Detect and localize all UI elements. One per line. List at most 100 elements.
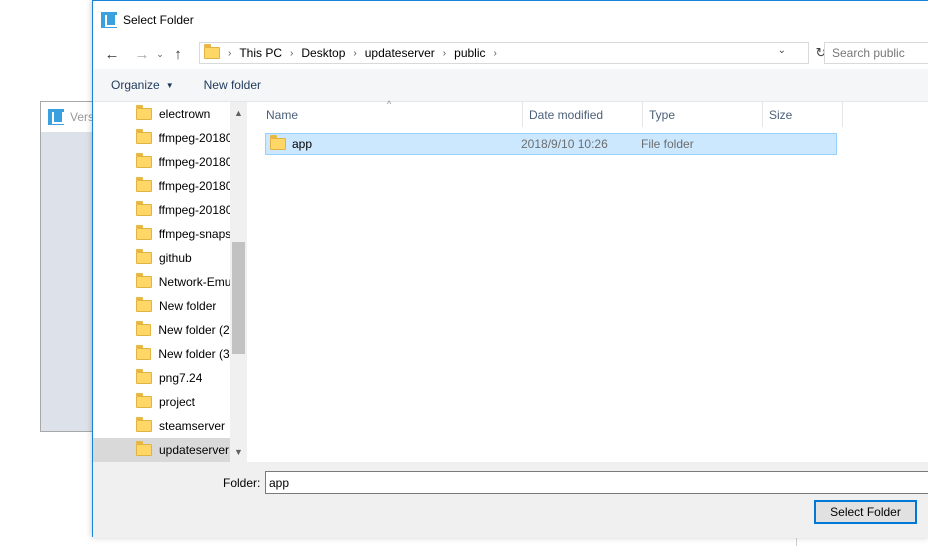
folder-name-value: app: [269, 475, 290, 490]
breadcrumb-desktop[interactable]: › Desktop: [282, 46, 345, 60]
nav-item[interactable]: project: [93, 390, 230, 414]
nav-item[interactable]: Network-Emu: [93, 270, 230, 294]
new-folder-label: New folder: [203, 78, 261, 92]
chevron-right-icon: ›: [353, 47, 357, 59]
chevron-right-icon: ›: [493, 47, 497, 59]
nav-item[interactable]: ffmpeg-20180: [93, 174, 230, 198]
address-dropdown-icon[interactable]: ⌄: [778, 45, 786, 56]
nav-item-label: Network-Emu: [158, 275, 230, 289]
folder-icon: [136, 345, 152, 360]
new-folder-button[interactable]: New folder: [204, 78, 261, 92]
breadcrumb-label: This PC: [239, 46, 283, 60]
folder-icon: [136, 297, 152, 312]
folder-name-input[interactable]: app: [265, 471, 928, 494]
breadcrumb-label: Desktop: [301, 46, 346, 60]
nav-scrollbar[interactable]: ▲ ▼: [230, 102, 247, 462]
breadcrumb-label: updateserver: [364, 46, 435, 60]
nav-item-label: png7.24: [159, 371, 203, 385]
folder-icon: [136, 201, 152, 216]
nav-item[interactable]: ffmpeg-20180: [93, 198, 230, 222]
up-arrow-icon[interactable]: ↑: [167, 43, 189, 65]
column-header-name[interactable]: Name ^: [247, 99, 523, 127]
navigation-pane: electrown ffmpeg-20180 ffmpeg-20180 ffmp…: [93, 102, 247, 462]
select-folder-button[interactable]: Select Folder: [814, 500, 917, 524]
chevron-right-icon: ›: [290, 47, 294, 59]
chevron-right-icon: ›: [442, 47, 447, 59]
nav-item-label: New folder (3): [158, 347, 230, 361]
column-header-size[interactable]: Size: [763, 102, 843, 127]
recent-locations-chevron-icon[interactable]: ⌄: [153, 43, 167, 65]
nav-item-selected[interactable]: updateserver: [93, 438, 230, 462]
chevron-right-icon: ›: [228, 47, 232, 59]
folder-label: Folder:: [223, 476, 261, 490]
nav-item-label: ffmpeg-20180: [158, 155, 230, 169]
nav-item-label: New folder: [159, 299, 217, 313]
dialog-title: Select Folder: [123, 13, 194, 27]
nav-item[interactable]: New folder (2): [93, 318, 230, 342]
folder-icon: [136, 177, 152, 192]
nav-item[interactable]: New folder: [93, 294, 230, 318]
select-folder-label: Select Folder: [830, 505, 901, 519]
scrollbar-thumb[interactable]: [232, 242, 245, 354]
column-header-date[interactable]: Date modified: [523, 102, 643, 127]
breadcrumb-this-pc[interactable]: › This PC: [220, 46, 282, 60]
app-icon: [48, 109, 64, 125]
select-folder-dialog: Select Folder ← → ⌄ ↑ › This PC › Deskto…: [92, 0, 928, 538]
back-arrow-icon[interactable]: ←: [101, 43, 123, 65]
folder-icon: [136, 273, 152, 288]
nav-item[interactable]: steamserver: [93, 414, 230, 438]
file-row-selected[interactable]: app 2018/9/10 10:26 File folder: [265, 133, 837, 155]
organize-button[interactable]: Organize ▼: [111, 78, 174, 92]
column-header-label: Type: [649, 107, 676, 122]
nav-item[interactable]: ffmpeg-20180: [93, 126, 230, 150]
folder-icon: [204, 44, 220, 59]
scroll-up-icon[interactable]: ▲: [230, 104, 247, 121]
file-name: app: [292, 137, 313, 151]
dialog-titlebar: Select Folder: [93, 1, 928, 39]
background-window-titlebar: Vers: [41, 102, 99, 132]
nav-item[interactable]: github: [93, 246, 230, 270]
forward-arrow-icon[interactable]: →: [131, 43, 153, 65]
search-input[interactable]: Search public: [824, 42, 928, 64]
column-header-label: Size: [769, 107, 793, 122]
address-bar[interactable]: › This PC › Desktop › updateserver › pub…: [199, 42, 809, 64]
folder-icon: [136, 393, 152, 408]
nav-item[interactable]: png7.24: [93, 366, 230, 390]
file-date: 2018/9/10 10:26: [521, 137, 608, 151]
nav-item[interactable]: New folder (3): [93, 342, 230, 366]
breadcrumb-updateserver[interactable]: › updateserver: [345, 46, 434, 60]
folder-icon: [136, 153, 152, 168]
nav-item-label: project: [159, 395, 196, 409]
nav-item[interactable]: ffmpeg-snaps: [93, 222, 230, 246]
column-header-type[interactable]: Type: [643, 102, 763, 127]
column-header-label: Name: [266, 107, 299, 122]
nav-item-label: ffmpeg-20180: [158, 179, 230, 193]
nav-item-label: steamserver: [159, 419, 226, 433]
folder-icon: [136, 105, 152, 120]
folder-icon: [136, 321, 152, 336]
file-type: File folder: [641, 137, 694, 151]
nav-item-label: ffmpeg-20180: [158, 131, 230, 145]
nav-item-label: New folder (2): [158, 323, 230, 337]
search-placeholder: Search public: [832, 46, 905, 60]
nav-item-label: ffmpeg-snaps: [158, 227, 230, 241]
nav-item-label: ffmpeg-20180: [158, 203, 230, 217]
sort-ascending-icon: ^: [387, 99, 392, 109]
folder-icon: [136, 369, 152, 384]
nav-item[interactable]: ffmpeg-20180: [93, 150, 230, 174]
file-list: Name ^ Date modified Type Size app 2018/…: [247, 99, 928, 462]
organize-label: Organize: [111, 78, 160, 92]
breadcrumb-public[interactable]: › public ›: [435, 46, 505, 60]
address-row: ← → ⌄ ↑ › This PC › Desktop › updateserv…: [93, 39, 928, 69]
dialog-footer: Folder: app Select Folder: [93, 462, 928, 538]
command-bar: Organize ▼ New folder: [93, 69, 928, 102]
scroll-down-icon[interactable]: ▼: [230, 443, 247, 460]
caret-down-icon: ▼: [165, 80, 174, 90]
folder-icon: [136, 225, 152, 240]
column-header-label: Date modified: [529, 107, 604, 122]
folder-icon: [136, 129, 152, 144]
folder-icon: [136, 441, 152, 456]
nav-item-label: github: [159, 251, 192, 265]
nav-item[interactable]: electrown: [93, 102, 230, 126]
nav-item-label: electrown: [159, 107, 211, 121]
